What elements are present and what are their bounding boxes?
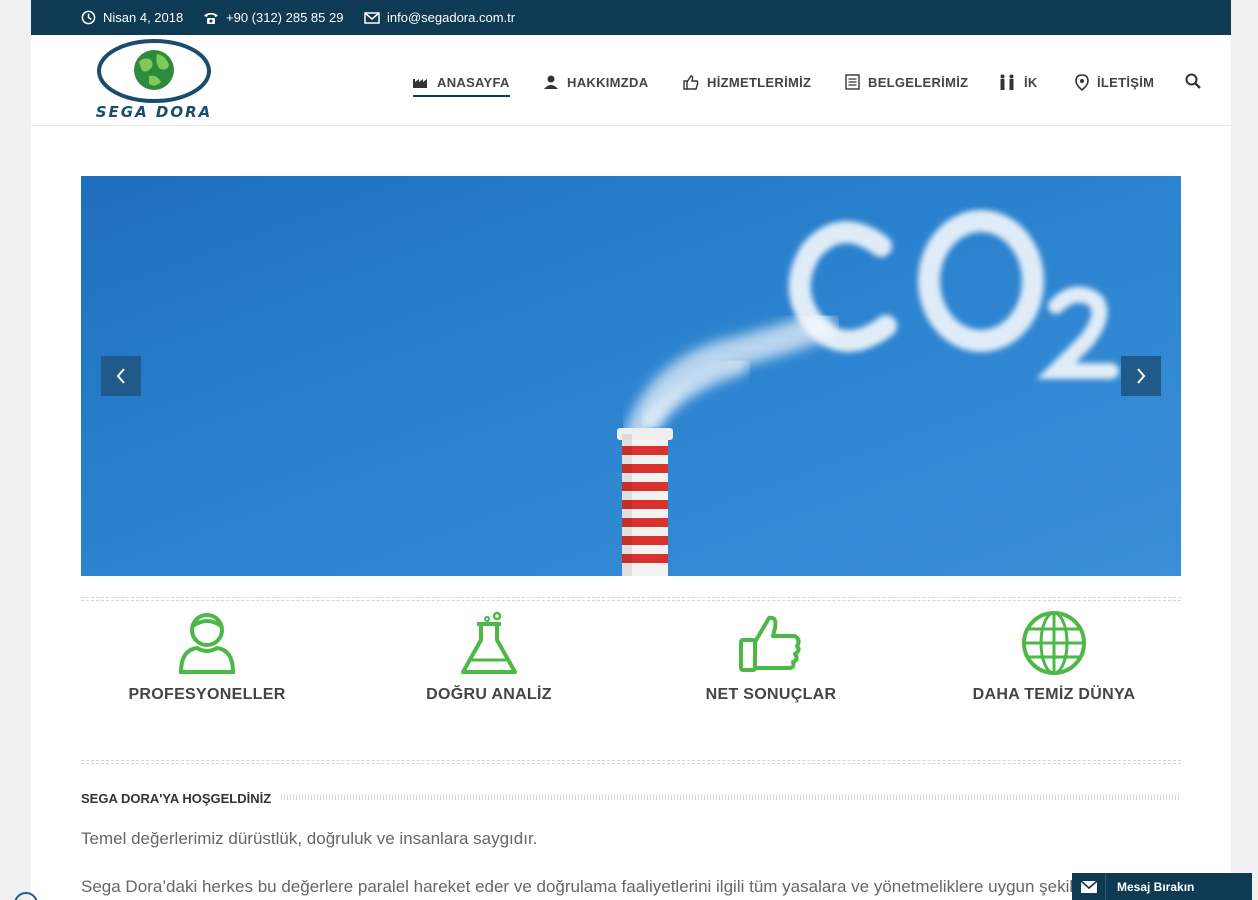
globe-icon (1022, 611, 1086, 675)
email-address[interactable]: info@segadora.com.tr (387, 10, 515, 25)
feature-daha-temiz-dunya: DAHA TEMİZ DÜNYA (929, 610, 1179, 704)
page: Nisan 4, 2018 +90 (312) 285 85 29 info@s… (31, 0, 1231, 900)
feature-label: NET SONUÇLAR (705, 686, 837, 703)
co2-chimney-image (617, 210, 1119, 576)
feature-label: DAHA TEMİZ DÜNYA (972, 686, 1136, 703)
search-icon (1185, 73, 1201, 89)
slider-next-button[interactable] (1121, 356, 1161, 396)
clock-icon (81, 10, 96, 25)
nav-item-iletisim[interactable]: İLETİŞİM (1075, 71, 1154, 93)
flask-icon (461, 611, 517, 674)
nav-item-anasayfa[interactable]: ANASAYFA (413, 71, 510, 97)
welcome-title: SEGA DORA'YA HOŞGELDİNİZ (81, 791, 278, 806)
message-label: Mesaj Bırakın (1117, 879, 1195, 894)
phone-icon (204, 12, 218, 24)
feature-net-sonuclar: NET SONUÇLAR (646, 610, 896, 704)
nav-label: ANASAYFA (437, 74, 510, 90)
factory-icon (413, 79, 427, 88)
top-bar: Nisan 4, 2018 +90 (312) 285 85 29 info@s… (31, 0, 1231, 35)
search-button[interactable] (1185, 73, 1201, 94)
slider-prev-button[interactable] (101, 356, 141, 396)
chevron-right-icon (1137, 368, 1146, 384)
thumbs-up-icon (739, 615, 801, 672)
phone-item[interactable]: +90 (312) 285 85 29 (203, 0, 343, 35)
title-decoration (281, 794, 1181, 800)
nav-label: İK (1024, 74, 1038, 90)
welcome-paragraph-2: Sega Dora’daki herkes bu değerlere paral… (81, 877, 1093, 896)
people-icon (1000, 74, 1014, 90)
feature-label: PROFESYONELLER (128, 686, 286, 703)
logo-text: SEGA DORA (95, 103, 213, 121)
nav-label: İLETİŞİM (1097, 74, 1155, 90)
feature-profesyoneller: PROFESYONELLER (82, 610, 332, 704)
site-logo[interactable]: SEGA DORA (89, 38, 219, 122)
header: SEGA DORA ANASAYFA HAKKIMZDA HİZMETLERİM… (31, 35, 1231, 126)
current-date: Nisan 4, 2018 (103, 10, 184, 25)
hero-slider (81, 176, 1181, 576)
email-item[interactable]: info@segadora.com.tr (364, 0, 515, 35)
leave-message-button[interactable]: Mesaj Bırakın (1072, 873, 1252, 900)
feature-dogru-analiz: DOĞRU ANALİZ (364, 610, 614, 704)
globe-logo-icon (97, 39, 211, 103)
welcome-paragraph-1: Temel değerlerimiz dürüstlük, doğruluk v… (81, 829, 538, 848)
nav-label: BELGELERİMİZ (868, 74, 969, 90)
feature-label: DOĞRU ANALİZ (426, 686, 552, 703)
date-item: Nisan 4, 2018 (81, 0, 183, 35)
nav-label: HİZMETLERİMİZ (707, 74, 812, 90)
professional-icon (178, 613, 236, 674)
message-icon-box (1072, 873, 1106, 900)
nav-item-hizmetlerimiz[interactable]: HİZMETLERİMİZ (683, 71, 811, 93)
thumbs-up-icon (683, 74, 699, 90)
envelope-icon (1080, 880, 1097, 893)
nav-item-hakkimzda[interactable]: HAKKIMZDA (543, 71, 648, 93)
phone-number[interactable]: +90 (312) 285 85 29 (226, 10, 343, 25)
envelope-icon (364, 11, 380, 24)
section-divider (81, 597, 1181, 601)
nav-label: HAKKIMZDA (567, 74, 649, 90)
section-divider (81, 760, 1181, 764)
nav-item-belgelerimiz[interactable]: BELGELERİMİZ (845, 71, 968, 93)
nav-item-ik[interactable]: İK (998, 71, 1038, 93)
chevron-left-icon (116, 368, 125, 384)
user-icon (544, 75, 558, 89)
location-pin-icon (1075, 73, 1089, 91)
document-icon (845, 74, 860, 90)
